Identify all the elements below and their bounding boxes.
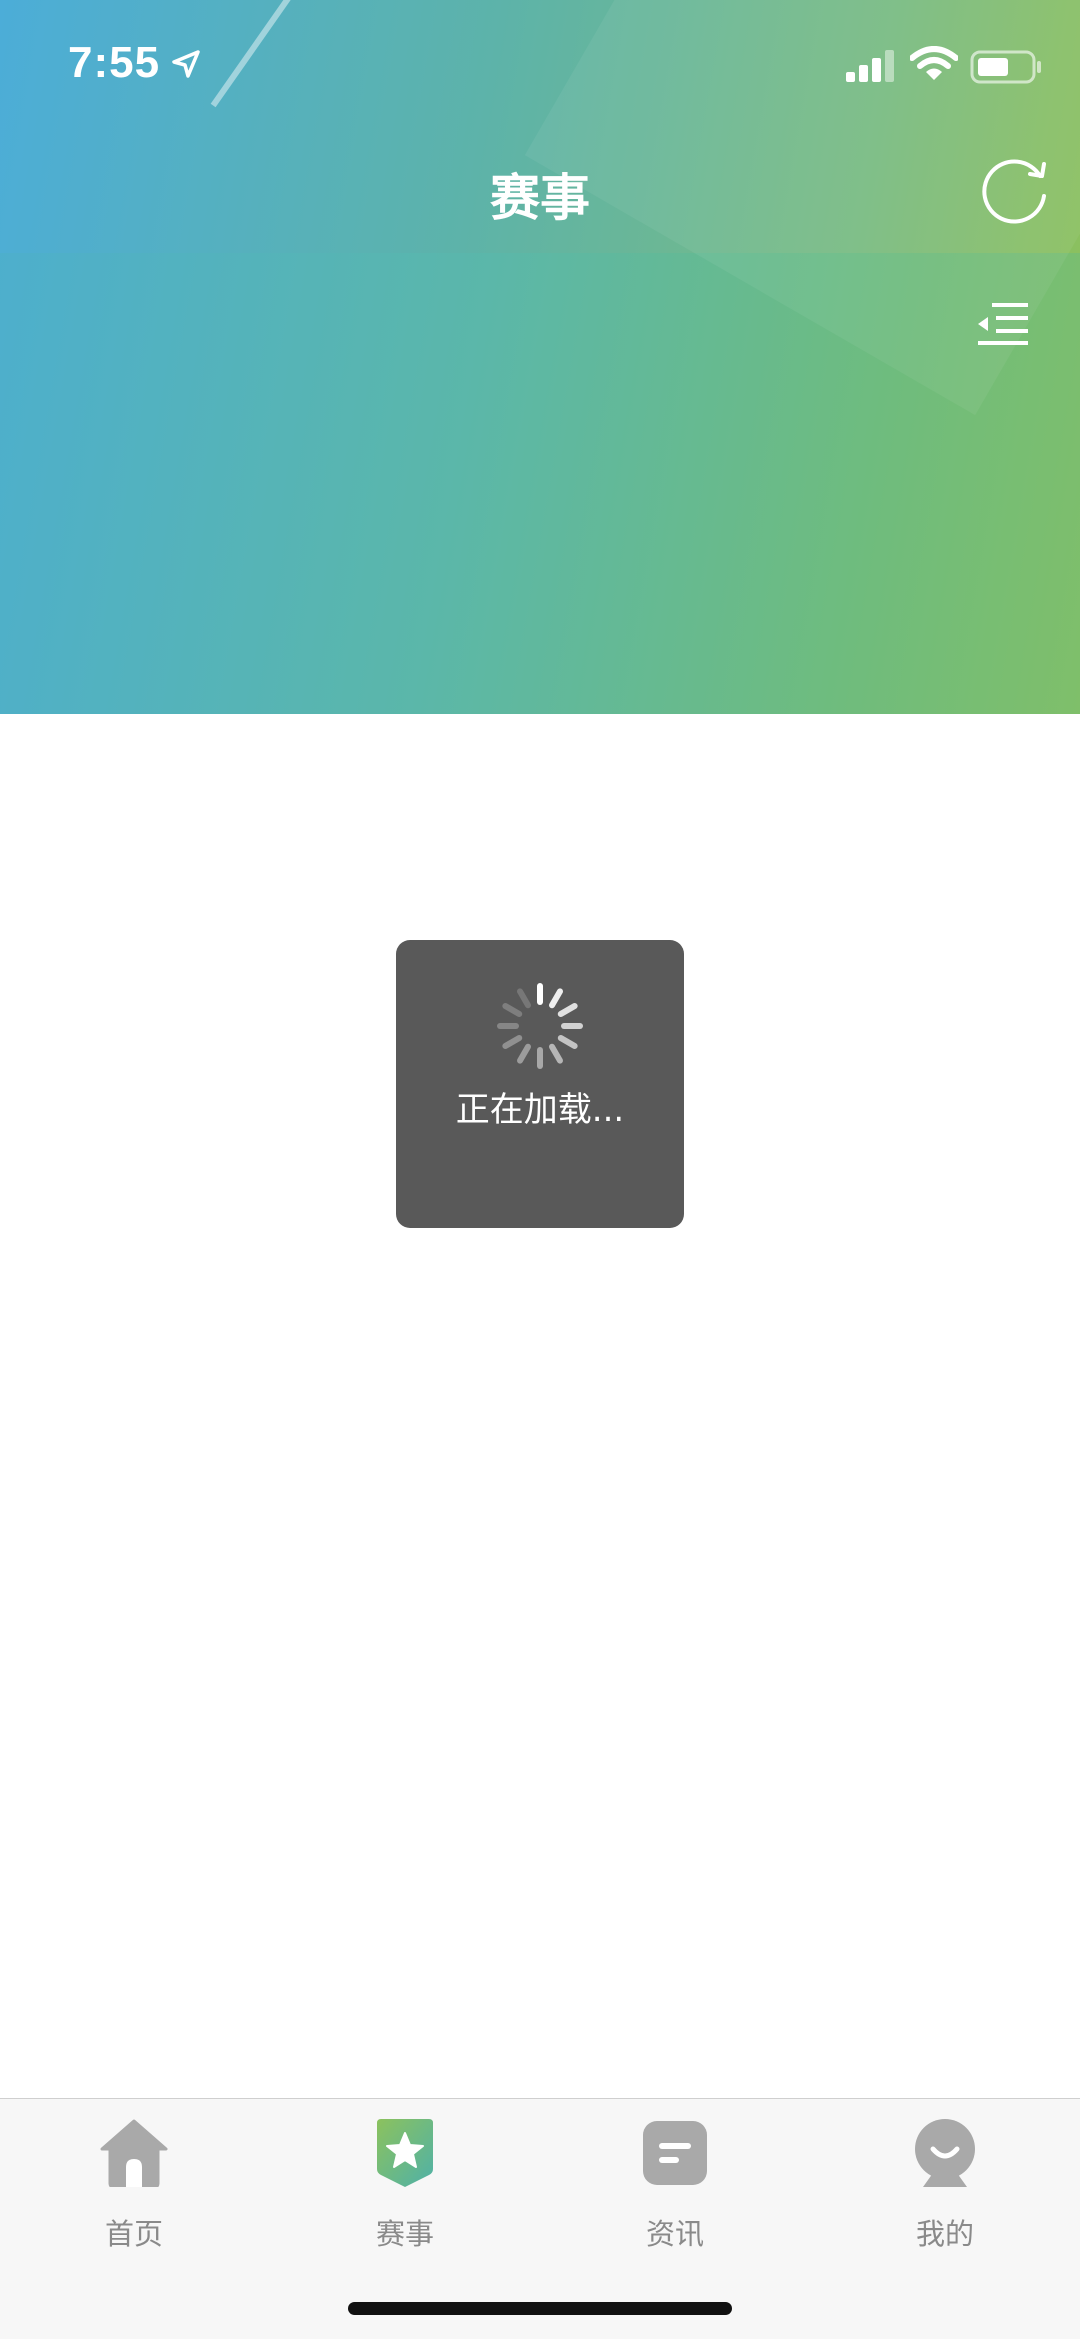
home-indicator[interactable] — [348, 2302, 732, 2315]
status-time: 7:55 — [68, 38, 161, 87]
loading-text: 正在加载... — [455, 1090, 625, 1130]
refresh-icon[interactable] — [978, 154, 1054, 230]
tab-match-label: 赛事 — [375, 2217, 434, 2251]
loading-toast: 正在加载... — [396, 940, 684, 1228]
status-bar: 7:55 — [0, 0, 1080, 130]
battery-icon — [970, 50, 1041, 84]
page-title: 赛事 — [490, 169, 590, 227]
tab-profile[interactable]: 我的 — [845, 2119, 1045, 2251]
collapse-menu-icon[interactable] — [976, 302, 1030, 346]
tab-news-label: 资讯 — [645, 2217, 704, 2251]
tab-profile-label: 我的 — [915, 2217, 974, 2251]
news-icon — [643, 2121, 707, 2185]
tab-news[interactable]: 资讯 — [575, 2119, 775, 2251]
match-star-icon — [377, 2119, 433, 2187]
cellular-signal-icon — [846, 50, 894, 82]
tab-home-label: 首页 — [104, 2217, 163, 2251]
header-banner: 7:55 赛事 — [0, 0, 1080, 714]
loading-spinner-icon — [497, 983, 583, 1069]
wifi-icon — [910, 46, 958, 80]
tab-home[interactable]: 首页 — [34, 2119, 234, 2251]
location-arrow-icon — [172, 50, 200, 78]
home-icon — [100, 2119, 168, 2187]
tab-match[interactable]: 赛事 — [305, 2119, 505, 2251]
profile-icon — [915, 2119, 975, 2187]
